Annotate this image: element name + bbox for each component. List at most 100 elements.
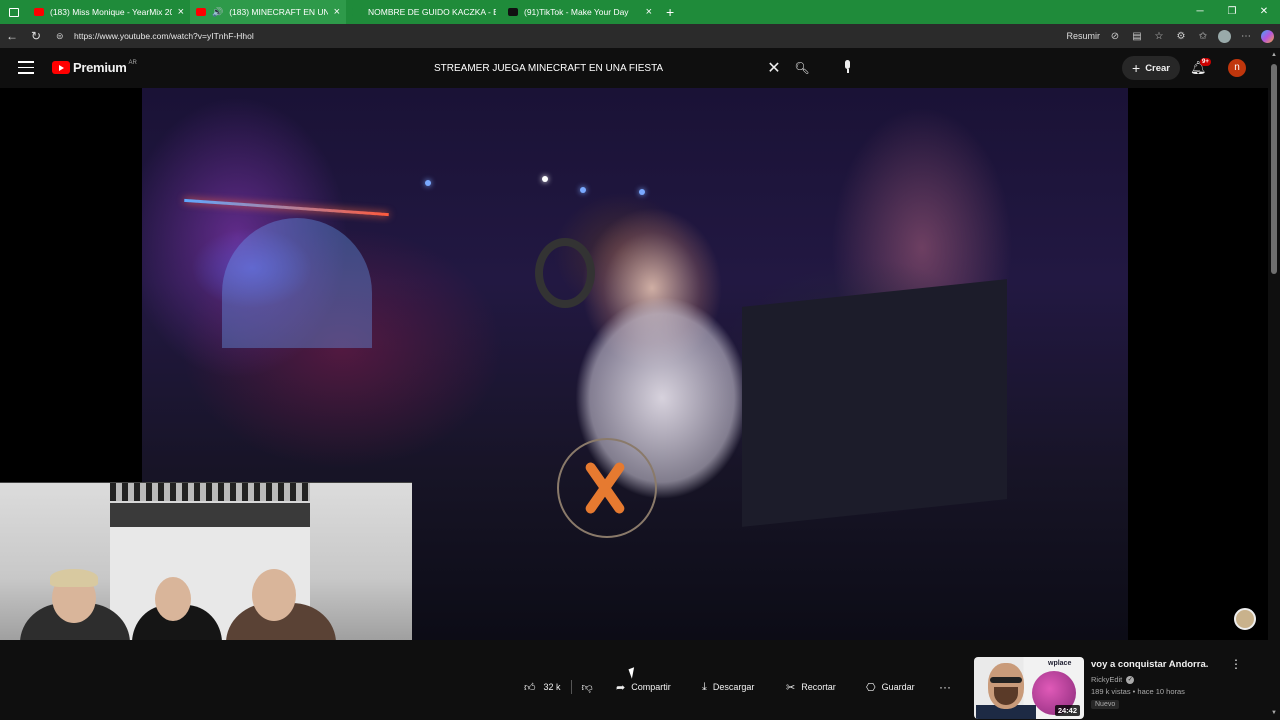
restore-icon[interactable]: ❐ xyxy=(1216,0,1248,24)
dislike-button[interactable]: 👎︎ xyxy=(572,676,603,698)
clear-search-icon[interactable]: ✕ xyxy=(762,58,786,78)
scroll-down-icon[interactable]: ▼ xyxy=(1271,710,1277,716)
menu-icon[interactable] xyxy=(18,61,34,78)
youtube-favicon-icon xyxy=(34,8,44,16)
more-actions-button[interactable]: ··· xyxy=(934,676,956,698)
webcam-overlay xyxy=(0,482,412,640)
reader-mode-icon[interactable]: ▤ xyxy=(1130,31,1144,42)
back-icon[interactable]: ← xyxy=(0,29,24,43)
recommended-video[interactable]: wplace 24:42 voy a conquistar Andorra. R… xyxy=(974,657,1264,719)
resumir-button[interactable]: Resumir xyxy=(1066,31,1100,41)
search-input[interactable]: STREAMER JUEGA MINECRAFT EN UNA FIESTA ✕ xyxy=(424,56,786,80)
browser-tab-3[interactable]: NOMBRE DE GUIDO KACZKA - B xyxy=(346,0,502,24)
channel-name[interactable]: RickyEdit ✓ xyxy=(1091,675,1135,684)
extensions-icon[interactable]: ⚙ xyxy=(1174,31,1188,42)
profile-avatar[interactable] xyxy=(1218,29,1231,43)
video-player[interactable] xyxy=(0,88,1268,640)
like-dislike-group: 👍︎ 32 k 👎︎ xyxy=(514,676,603,698)
window-controls: ─ ❐ ✕ xyxy=(1184,0,1280,24)
scroll-up-icon[interactable]: ▲ xyxy=(1271,52,1277,58)
background-arch xyxy=(222,218,372,348)
channel-watermark-icon[interactable] xyxy=(1234,608,1256,630)
tab-close-icon[interactable]: × xyxy=(334,6,340,18)
copilot-icon[interactable] xyxy=(1261,29,1274,43)
youtube-play-icon xyxy=(52,61,70,74)
download-label: Descargar xyxy=(712,682,755,692)
browser-tab-2[interactable]: 🔊 (183) MINECRAFT EN UNA F × xyxy=(190,0,346,24)
ceiling-beams xyxy=(110,483,310,501)
tab-title: (183) MINECRAFT EN UNA F xyxy=(229,7,328,17)
person-head xyxy=(252,569,296,621)
window-menu-icon[interactable] xyxy=(0,0,28,24)
search-icon[interactable]: 🔍︎ xyxy=(790,56,814,80)
url-text: https://www.youtube.com/watch?v=yITnhF-H… xyxy=(74,31,254,41)
save-button[interactable]: ⎔ Guardar xyxy=(856,676,925,698)
video-meta: 189 k vistas • hace 10 horas xyxy=(1091,687,1185,696)
bookmark-icon: ⎔ xyxy=(866,681,876,694)
tab-title: (91)TikTok - Make Your Day xyxy=(524,7,629,17)
verified-icon: ✓ xyxy=(1126,675,1135,684)
notifications-badge: 9+ xyxy=(1200,58,1211,66)
favorite-star-icon[interactable]: ☆ xyxy=(1152,31,1166,42)
plus-icon: + xyxy=(1132,60,1141,76)
recommended-title[interactable]: voy a conquistar Andorra. xyxy=(1091,659,1208,670)
like-button[interactable]: 👍︎ 32 k xyxy=(514,676,571,698)
favorites-icon[interactable]: ✩ xyxy=(1196,31,1210,42)
share-label: Compartir xyxy=(631,682,671,692)
new-tab-icon[interactable]: + xyxy=(666,4,674,20)
browser-tab-bar: (183) Miss Monique - YearMix 20 × 🔊 (183… xyxy=(0,0,1280,24)
summarize-icon[interactable]: ⊘ xyxy=(1108,31,1122,42)
video-thumbnail[interactable]: wplace 24:42 xyxy=(974,657,1084,719)
save-label: Guardar xyxy=(881,682,915,692)
settings-more-icon[interactable]: ⋯ xyxy=(1239,31,1253,42)
person-head xyxy=(155,577,191,621)
user-avatar[interactable]: n xyxy=(1228,59,1246,77)
tiktok-favicon-icon xyxy=(508,8,518,16)
url-field[interactable]: ⊜ https://www.youtube.com/watch?v=yITnhF… xyxy=(50,27,1050,45)
site-info-icon[interactable]: ⊜ xyxy=(56,31,68,42)
minimize-icon[interactable]: ─ xyxy=(1184,0,1216,24)
logo-text: Premium xyxy=(73,60,127,75)
create-button[interactable]: + Crear xyxy=(1122,56,1181,80)
search-query: STREAMER JUEGA MINECRAFT EN UNA FIESTA xyxy=(434,62,664,74)
scissors-icon: ✂ xyxy=(786,681,796,694)
party-light xyxy=(639,189,645,195)
youtube-favicon-icon xyxy=(196,8,206,16)
scrollbar-thumb[interactable] xyxy=(1271,64,1277,274)
tab-close-icon[interactable]: × xyxy=(646,6,652,18)
thumb-glasses xyxy=(990,677,1022,683)
country-code: AR xyxy=(128,59,137,66)
speaker-icon[interactable]: 🔊 xyxy=(212,7,223,18)
microphone-icon[interactable] xyxy=(838,57,858,77)
youtube-premium-logo[interactable]: Premium AR xyxy=(52,60,137,75)
new-badge: Nuevo xyxy=(1091,700,1120,709)
address-bar-actions: Resumir ⊘ ▤ ☆ ⚙ ✩ ⋯ xyxy=(1066,24,1274,48)
person-hair xyxy=(50,569,98,587)
reload-icon[interactable]: ↻ xyxy=(24,29,48,43)
download-icon: ⤓ xyxy=(702,680,707,693)
tab-close-icon[interactable]: × xyxy=(178,6,184,18)
share-button[interactable]: ➦ Compartir xyxy=(606,676,681,698)
address-bar: ← ↻ ⊜ https://www.youtube.com/watch?v=yI… xyxy=(0,24,1280,48)
download-button[interactable]: ⤓ Descargar xyxy=(692,676,764,698)
browser-tab-4[interactable]: (91)TikTok - Make Your Day × xyxy=(502,0,658,24)
monitor xyxy=(742,279,1007,527)
more-options-icon[interactable]: ⋮ xyxy=(1230,657,1242,671)
thumb-text: wplace xyxy=(1048,660,1072,667)
thumbs-down-icon: 👎︎ xyxy=(581,681,593,694)
like-count: 32 k xyxy=(543,682,561,692)
browser-tab-1[interactable]: (183) Miss Monique - YearMix 20 × xyxy=(28,0,190,24)
clip-button[interactable]: ✂ Recortar xyxy=(776,676,846,698)
clip-label: Recortar xyxy=(801,682,836,692)
page-scrollbar[interactable]: ▲ ▼ xyxy=(1268,48,1280,720)
headset xyxy=(535,238,595,308)
party-light xyxy=(425,180,431,186)
tab-title: NOMBRE DE GUIDO KACZKA - B xyxy=(368,7,496,17)
site-favicon-icon xyxy=(352,8,362,16)
party-light xyxy=(580,187,586,193)
close-window-icon[interactable]: ✕ xyxy=(1248,0,1280,24)
neon-light xyxy=(184,198,389,217)
tab-title: (183) Miss Monique - YearMix 20 xyxy=(50,7,172,17)
thumbs-up-icon: 👍︎ xyxy=(524,681,536,694)
share-icon: ➦ xyxy=(616,681,626,694)
